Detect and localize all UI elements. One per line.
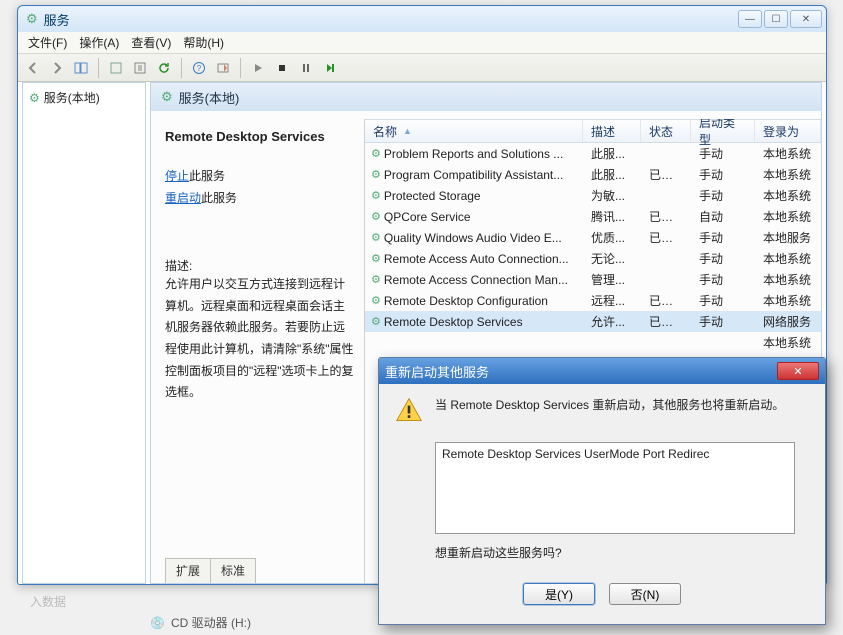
menu-help[interactable]: 帮助(H) (177, 32, 230, 53)
tree-root[interactable]: ⚙ 服务(本地) (27, 87, 141, 108)
window-title: 服务 (44, 10, 738, 29)
col-desc[interactable]: 描述 (583, 120, 641, 142)
background-text: 入数据 (30, 593, 66, 610)
tab-standard[interactable]: 标准 (210, 558, 256, 583)
gear-icon: ⚙ (161, 89, 173, 105)
no-button[interactable]: 否(N) (609, 583, 681, 605)
warning-icon (395, 396, 423, 424)
list-item[interactable]: Remote Desktop Services UserMode Port Re… (442, 447, 788, 461)
separator (181, 58, 182, 78)
description-label: 描述: (165, 257, 354, 274)
titlebar[interactable]: ⚙ 服务 — ☐ ✕ (18, 6, 826, 32)
stop-link[interactable]: 停止 (165, 169, 189, 183)
dialog-question: 想重新启动这些服务吗? (435, 544, 809, 561)
gear-icon: ⚙ (371, 252, 381, 265)
gear-icon: ⚙ (371, 168, 381, 181)
minimize-button[interactable]: — (738, 10, 762, 28)
export-button[interactable] (129, 57, 151, 79)
table-row[interactable]: ⚙Problem Reports and Solutions ...此服...手… (365, 143, 821, 164)
svg-text:?: ? (197, 64, 202, 73)
table-row[interactable]: ⚙Remote Access Auto Connection...无论...手动… (365, 248, 821, 269)
toolbar: ? (18, 54, 826, 82)
gear-icon: ⚙ (26, 11, 38, 27)
stop-button[interactable] (271, 57, 293, 79)
gear-icon: ⚙ (371, 189, 381, 202)
pause-button[interactable] (295, 57, 317, 79)
help-button[interactable]: ? (188, 57, 210, 79)
refresh-button[interactable] (153, 57, 175, 79)
table-row[interactable]: ⚙QPCore Service腾讯...已启动自动本地系统 (365, 206, 821, 227)
dialog-title: 重新启动其他服务 (385, 362, 777, 381)
grid-header: 名称▲ 描述 状态 启动类型 登录为 (365, 119, 821, 143)
service-actions: 停止此服务 重启动此服务 (165, 166, 354, 209)
forward-button[interactable] (46, 57, 68, 79)
menu-action[interactable]: 操作(A) (73, 32, 125, 53)
dialog-service-list[interactable]: Remote Desktop Services UserMode Port Re… (435, 442, 795, 534)
separator (98, 58, 99, 78)
window-controls: — ☐ ✕ (738, 10, 822, 28)
dialog-message: 当 Remote Desktop Services 重新启动，其他服务也将重新启… (435, 396, 784, 424)
restart-button[interactable] (319, 57, 341, 79)
separator (240, 58, 241, 78)
table-row[interactable]: ⚙Remote Desktop Configuration远程...已启动手动本… (365, 290, 821, 311)
close-button[interactable]: ✕ (790, 10, 822, 28)
table-row[interactable]: ⚙Quality Windows Audio Video E...优质...已启… (365, 227, 821, 248)
pane-header: ⚙ 服务(本地) (151, 83, 821, 111)
gear-icon: ⚙ (371, 273, 381, 286)
maximize-button[interactable]: ☐ (764, 10, 788, 28)
col-startup[interactable]: 启动类型 (691, 120, 755, 142)
restart-dialog: 重新启动其他服务 ✕ 当 Remote Desktop Services 重新启… (378, 357, 826, 625)
table-row[interactable]: ⚙Program Compatibility Assistant...此服...… (365, 164, 821, 185)
wizard-button[interactable] (212, 57, 234, 79)
table-row[interactable]: ⚙Protected Storage为敏...手动本地系统 (365, 185, 821, 206)
menu-file[interactable]: 文件(F) (22, 32, 73, 53)
yes-button[interactable]: 是(Y) (523, 583, 595, 605)
col-status[interactable]: 状态 (641, 120, 691, 142)
table-row[interactable]: 本地系统 (365, 332, 821, 353)
sort-asc-icon: ▲ (403, 126, 412, 136)
dialog-body: 当 Remote Desktop Services 重新启动，其他服务也将重新启… (379, 384, 825, 611)
detail-tabs: 扩展 标准 (165, 558, 354, 583)
gear-icon: ⚙ (371, 210, 381, 223)
gear-icon: ⚙ (29, 91, 40, 105)
table-row[interactable]: ⚙Remote Desktop Services允许...已启动手动网络服务 (365, 311, 821, 332)
gear-icon: ⚙ (371, 147, 381, 160)
menubar: 文件(F) 操作(A) 查看(V) 帮助(H) (18, 32, 826, 54)
tree-pane[interactable]: ⚙ 服务(本地) (22, 82, 146, 584)
disc-icon: 💿 (150, 616, 165, 630)
detail-pane: Remote Desktop Services 停止此服务 重启动此服务 描述:… (155, 119, 365, 583)
show-hide-tree-button[interactable] (70, 57, 92, 79)
tab-extended[interactable]: 扩展 (165, 558, 211, 583)
restart-link[interactable]: 重启动 (165, 191, 201, 205)
pane-title: 服务(本地) (179, 88, 240, 107)
col-name[interactable]: 名称▲ (365, 120, 583, 142)
description-text: 允许用户以交互方式连接到远程计算机。远程桌面和远程桌面会话主机服务器依赖此服务。… (165, 274, 354, 404)
drive-item[interactable]: 💿 CD 驱动器 (H:) (150, 614, 251, 631)
tree-root-label: 服务(本地) (44, 89, 100, 106)
table-row[interactable]: ⚙Remote Access Connection Man...管理...手动本… (365, 269, 821, 290)
dialog-buttons: 是(Y) 否(N) (395, 583, 809, 605)
gear-icon: ⚙ (371, 294, 381, 307)
service-name: Remote Desktop Services (165, 129, 354, 144)
col-logon[interactable]: 登录为 (755, 120, 821, 142)
gear-icon: ⚙ (371, 315, 381, 328)
gear-icon: ⚙ (371, 231, 381, 244)
dialog-close-button[interactable]: ✕ (777, 362, 819, 380)
properties-button[interactable] (105, 57, 127, 79)
back-button[interactable] (22, 57, 44, 79)
dialog-titlebar[interactable]: 重新启动其他服务 ✕ (379, 358, 825, 384)
start-button[interactable] (247, 57, 269, 79)
menu-view[interactable]: 查看(V) (125, 32, 177, 53)
